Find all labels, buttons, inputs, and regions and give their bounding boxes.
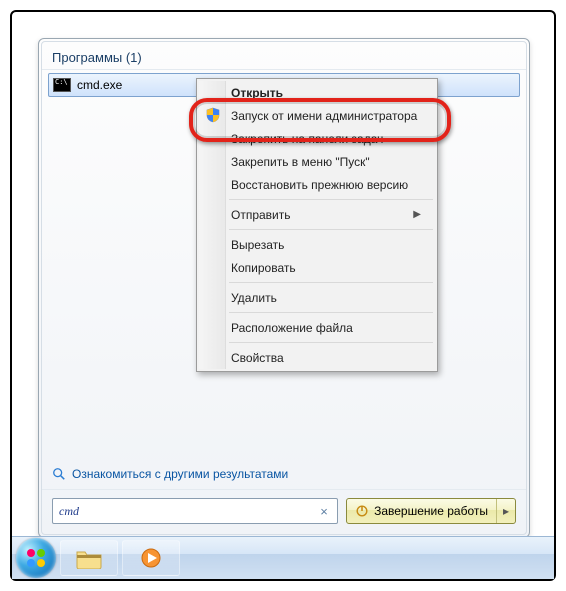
ctx-label: Закрепить на панели задач — [231, 132, 383, 146]
ctx-label: Вырезать — [231, 238, 284, 252]
ctx-run-as-admin-label: Запуск от имени администратора — [231, 109, 417, 123]
ctx-properties[interactable]: Свойства — [199, 346, 435, 369]
ctx-run-as-admin[interactable]: Запуск от имени администратора — [199, 104, 435, 127]
uac-shield-icon — [205, 107, 221, 123]
power-icon — [355, 504, 369, 518]
search-input[interactable] — [57, 503, 315, 520]
submenu-arrow-icon: ▶ — [413, 209, 421, 220]
ctx-restore-previous[interactable]: Восстановить прежнюю версию — [199, 173, 435, 196]
ctx-label: Свойства — [231, 351, 284, 365]
ctx-pin-taskbar[interactable]: Закрепить на панели задач — [199, 127, 435, 150]
ctx-separator — [229, 199, 433, 200]
taskbar-explorer[interactable] — [60, 540, 118, 576]
ctx-open-label: Открыть — [231, 86, 283, 100]
ctx-open[interactable]: Открыть — [199, 81, 435, 104]
ctx-send-to[interactable]: Отправить ▶ — [199, 203, 435, 226]
explorer-icon — [75, 547, 103, 569]
shutdown-label: Завершение работы — [374, 504, 488, 518]
shutdown-split-button: Завершение работы ▸ — [346, 498, 516, 524]
ctx-copy[interactable]: Копировать — [199, 256, 435, 279]
ctx-open-location[interactable]: Расположение файла — [199, 316, 435, 339]
ctx-label: Отправить — [231, 208, 291, 222]
cmd-icon — [53, 78, 71, 92]
start-button[interactable] — [16, 538, 56, 578]
ctx-label: Копировать — [231, 261, 296, 275]
ctx-label: Закрепить в меню "Пуск" — [231, 155, 370, 169]
ctx-delete[interactable]: Удалить — [199, 286, 435, 309]
clear-search-button[interactable]: × — [315, 504, 333, 519]
media-player-icon — [137, 547, 165, 569]
ctx-separator — [229, 342, 433, 343]
ctx-label: Восстановить прежнюю версию — [231, 178, 408, 192]
ctx-separator — [229, 312, 433, 313]
ctx-cut[interactable]: Вырезать — [199, 233, 435, 256]
see-more-results-link[interactable]: Ознакомиться с другими результатами — [42, 459, 526, 489]
result-label: cmd.exe — [77, 78, 122, 92]
taskbar-media-player[interactable] — [122, 540, 180, 576]
ctx-separator — [229, 229, 433, 230]
more-results-label: Ознакомиться с другими результатами — [72, 467, 288, 481]
ctx-label: Удалить — [231, 291, 277, 305]
ctx-label: Расположение файла — [231, 321, 353, 335]
shutdown-menu-arrow[interactable]: ▸ — [497, 499, 515, 523]
programs-header: Программы (1) — [42, 42, 526, 70]
search-box[interactable]: × — [52, 498, 338, 524]
bottom-bar: × Завершение работы ▸ — [42, 489, 526, 534]
ctx-separator — [229, 282, 433, 283]
ctx-pin-start[interactable]: Закрепить в меню "Пуск" — [199, 150, 435, 173]
shutdown-button[interactable]: Завершение работы — [347, 499, 497, 523]
taskbar — [12, 536, 554, 579]
context-menu: Открыть Запуск от имени администратора З… — [196, 78, 438, 372]
search-icon — [52, 467, 66, 481]
